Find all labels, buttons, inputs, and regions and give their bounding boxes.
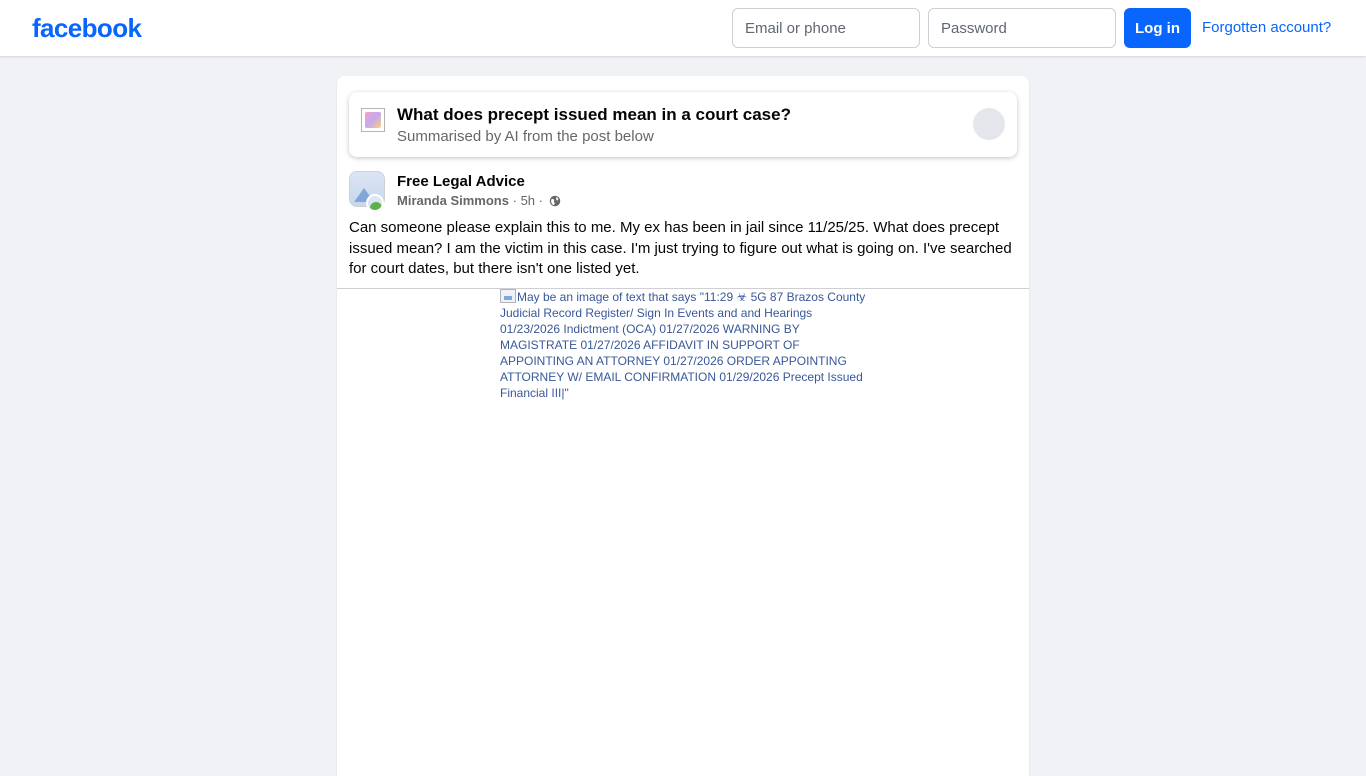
- group-name-link[interactable]: Free Legal Advice: [397, 172, 525, 192]
- post-time-link[interactable]: 5h: [521, 193, 535, 208]
- ai-summary-title: What does precept issued mean in a court…: [397, 105, 791, 124]
- ai-summary-more-button[interactable]: [973, 108, 1005, 140]
- login-button[interactable]: Log in: [1124, 8, 1191, 48]
- post-image-alt-text: May be an image of text that says "11:29…: [500, 290, 866, 400]
- ai-summary-subtitle: Summarised by AI from the post below: [397, 128, 654, 145]
- ai-summary-box[interactable]: What does precept issued mean in a court…: [349, 92, 1017, 157]
- author-avatar[interactable]: [366, 194, 384, 212]
- ai-summary-icon: [361, 108, 385, 132]
- top-bar: facebook Log in Forgotten account?: [0, 0, 1366, 56]
- broken-image-icon: [500, 289, 516, 303]
- password-field[interactable]: [928, 8, 1116, 48]
- post-image[interactable]: May be an image of text that says "11:29…: [500, 289, 866, 401]
- post-text: Can someone please explain this to me. M…: [349, 219, 1012, 277]
- meta-separator: ·: [512, 193, 517, 208]
- forgotten-account-link[interactable]: Forgotten account?: [1202, 18, 1331, 38]
- post-card: What does precept issued mean in a court…: [337, 76, 1029, 776]
- post-meta: Miranda Simmons · 5h ·: [397, 192, 561, 210]
- globe-icon: [549, 195, 560, 207]
- email-field[interactable]: [732, 8, 920, 48]
- meta-separator: ·: [538, 193, 543, 208]
- author-name-link[interactable]: Miranda Simmons: [397, 193, 509, 208]
- facebook-logo[interactable]: facebook: [32, 10, 142, 46]
